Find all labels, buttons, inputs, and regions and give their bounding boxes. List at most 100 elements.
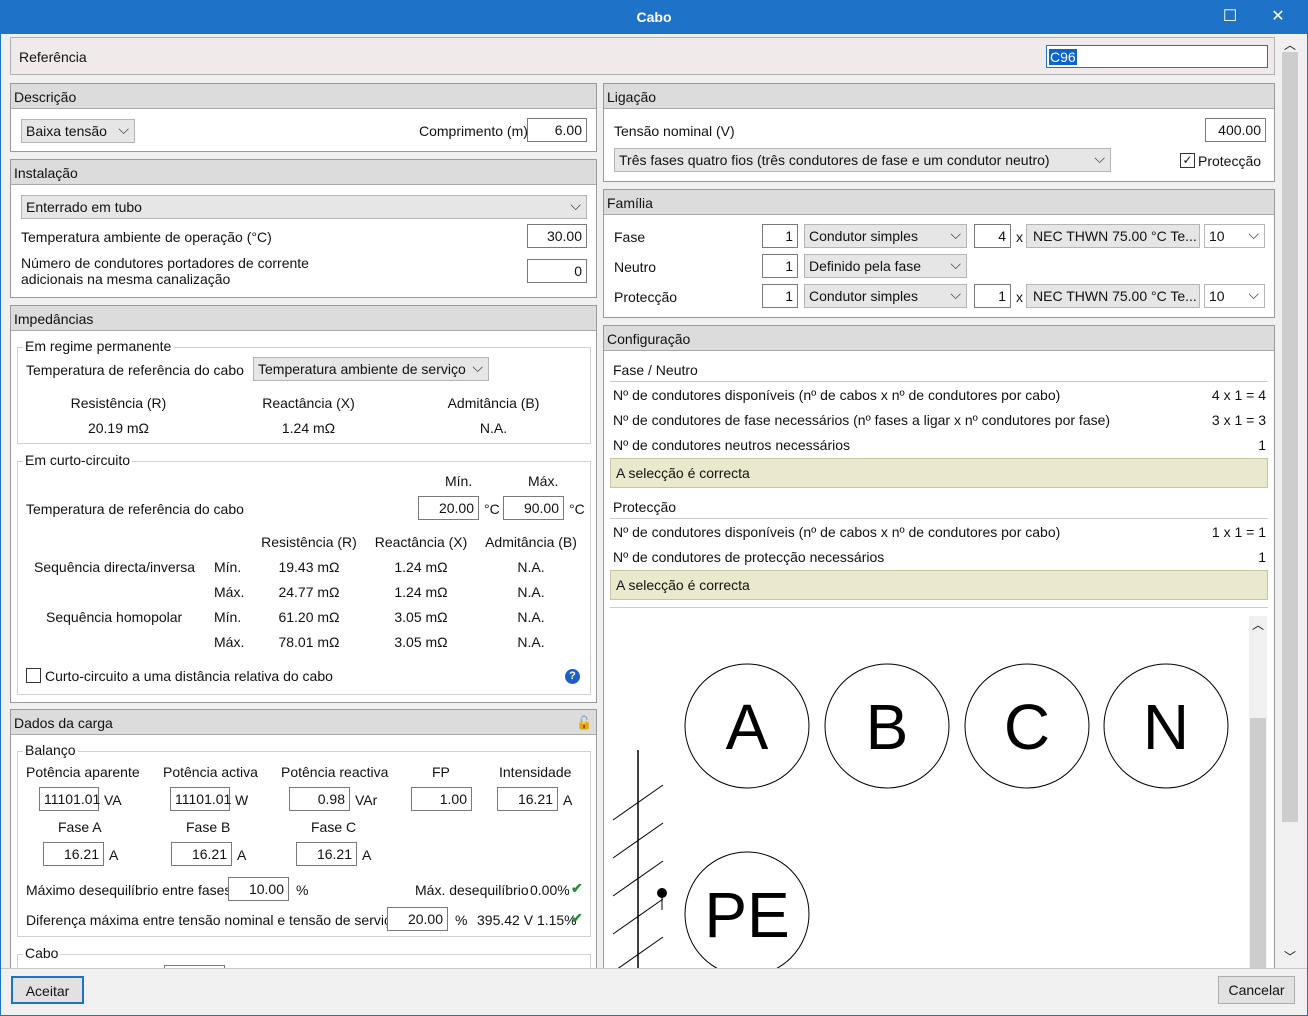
comprimento-label: Comprimento (m) xyxy=(419,123,528,139)
chevron-down-icon: ⌵ xyxy=(1094,150,1105,166)
dif-input[interactable]: 20.00 xyxy=(387,907,448,931)
row2-b: N.A. xyxy=(517,584,545,600)
chevron-down-icon: ⌵ xyxy=(950,256,961,272)
p-line2-value: 1 xyxy=(1258,549,1266,565)
neutro-tipo-select[interactable]: Definido pela fase ⌵ xyxy=(804,254,967,278)
descricao-panel: Descrição Baixa tensão ⌵ Comprimento (m) … xyxy=(10,83,597,152)
fase-tipo-select[interactable]: Condutor simples ⌵ xyxy=(804,224,967,248)
fase-a-unit: A xyxy=(109,847,119,863)
scroll-down-icon[interactable]: ﹀ xyxy=(1284,948,1296,965)
diagram-scroll-thumb[interactable] xyxy=(1250,718,1266,970)
diagram-scrollbar[interactable]: ︿ xyxy=(1249,616,1267,970)
regime-permanente-title: Em regime permanente xyxy=(23,338,174,354)
cc-reac-header: Reactância (X) xyxy=(374,534,468,550)
accept-button[interactable]: Aceitar xyxy=(11,976,84,1004)
prot-sec-select[interactable]: 10 ⌵ xyxy=(1204,284,1265,308)
help-icon[interactable]: ? xyxy=(565,669,580,684)
row1-r: 19.43 mΩ xyxy=(278,559,340,575)
pact-input[interactable]: 11101.01 xyxy=(170,787,231,811)
unlock-icon[interactable]: 🔓 xyxy=(576,715,592,731)
conductor-a-label: A xyxy=(726,691,769,763)
ligacao-panel: Ligação Tensão nominal (V) 400.00 Três f… xyxy=(603,83,1275,182)
cc-tmin-input[interactable]: 20.00 xyxy=(418,496,479,520)
fase-b-input[interactable]: 16.21 xyxy=(171,842,232,866)
fp-label: FP xyxy=(432,764,450,780)
scroll-up-icon[interactable]: ︿ xyxy=(1252,616,1264,633)
prot-cabo-button[interactable]: NEC THWN 75.00 °C Te... xyxy=(1026,284,1200,308)
sistema-select[interactable]: Três fases quatro fios (três condutores … xyxy=(614,148,1111,172)
selection-ok-message: A selecção é correcta xyxy=(610,570,1268,600)
tensao-input[interactable]: 400.00 xyxy=(1205,118,1266,142)
reference-label: Referência xyxy=(19,49,87,65)
fase-m-input[interactable]: 4 xyxy=(974,224,1011,248)
fn-line2-value: 3 x 1 = 3 xyxy=(1211,412,1266,428)
perm-res-value: 20.19 mΩ xyxy=(87,420,150,436)
fn-line1-label: Nº de condutores disponíveis (nº de cabo… xyxy=(613,387,1061,403)
cancel-button[interactable]: Cancelar xyxy=(1218,976,1295,1004)
row1-lim: Mín. xyxy=(214,559,242,575)
tipo-select[interactable]: Baixa tensão ⌵ xyxy=(21,119,135,143)
proteccao-checkbox[interactable]: ✓ xyxy=(1180,153,1195,168)
chevron-down-icon: ⌵ xyxy=(950,286,961,302)
check-icon: ✔ xyxy=(571,910,583,926)
temp-ambiente-input[interactable]: 30.00 xyxy=(527,224,587,248)
row3-r: 61.20 mΩ xyxy=(278,609,340,625)
chevron-down-icon: ⌵ xyxy=(118,121,129,137)
row2-lim: Máx. xyxy=(214,584,245,600)
row2-r: 24.77 mΩ xyxy=(278,584,340,600)
fase-n-input[interactable]: 1 xyxy=(762,224,798,248)
fase-c-input[interactable]: 16.21 xyxy=(296,842,357,866)
pap-label: Potência aparente xyxy=(26,764,140,780)
fase-b-unit: A xyxy=(237,847,247,863)
max-deseq-value: 0.00% xyxy=(530,882,570,898)
neutro-n-input[interactable]: 1 xyxy=(762,254,798,278)
fp-input[interactable]: 1.00 xyxy=(411,787,472,811)
conductor-pe-label: PE xyxy=(704,879,789,951)
prot-n-input[interactable]: 1 xyxy=(762,284,798,308)
fase-cabo-button[interactable]: NEC THWN 75.00 °C Te... xyxy=(1026,224,1200,248)
perm-temp-select[interactable]: Temperatura ambiente de serviço ⌵ xyxy=(253,357,489,381)
int-input[interactable]: 16.21 xyxy=(497,787,558,811)
conductor-n-label: N xyxy=(1143,691,1189,763)
prot-x-label: x xyxy=(1016,289,1023,305)
deseq-input[interactable]: 10.00 xyxy=(228,877,289,901)
cc-tmax-input[interactable]: 90.00 xyxy=(503,496,564,520)
scroll-thumb[interactable] xyxy=(1282,52,1298,822)
maximize-icon[interactable]: ☐ xyxy=(1218,6,1242,28)
close-icon[interactable]: ✕ xyxy=(1266,6,1290,28)
fn-line2-label: Nº de condutores de fase necessários (nº… xyxy=(613,412,1111,428)
cc-tmax-unit: °C xyxy=(569,501,585,517)
fase-label: Fase xyxy=(614,229,646,245)
fase-sec-select[interactable]: 10 ⌵ xyxy=(1204,224,1265,248)
prot-m-input[interactable]: 1 xyxy=(974,284,1011,308)
cc-distance-label: Curto-circuito a uma distância relativa … xyxy=(45,668,333,684)
prot-tipo-select[interactable]: Condutor simples ⌵ xyxy=(804,284,967,308)
familia-header: Família xyxy=(604,190,1274,215)
scroll-up-icon[interactable]: ︿ xyxy=(1284,36,1296,53)
fase-a-input[interactable]: 16.21 xyxy=(43,842,104,866)
preac-unit: VAr xyxy=(355,792,378,808)
cable-diagram: A B C N PE xyxy=(608,610,1248,970)
ncond-input[interactable]: 0 xyxy=(527,259,587,283)
reference-row: Referência C96 xyxy=(10,37,1275,75)
perm-temp-label: Temperatura de referência do cabo xyxy=(26,362,244,378)
balanco-title: Balanço xyxy=(23,742,78,758)
fn-line3-label: Nº de condutores neutros necessários xyxy=(613,437,851,453)
familia-panel: Família Fase 1 Condutor simples ⌵ 4 x NEC… xyxy=(603,189,1275,318)
chevron-down-icon: ⌵ xyxy=(1248,286,1259,302)
row4-b: N.A. xyxy=(517,634,545,650)
instalacao-select[interactable]: Enterrado em tubo ⌵ xyxy=(21,195,587,219)
fn-line3-value: 1 xyxy=(1258,437,1266,453)
divider xyxy=(610,518,1268,519)
proteccao-label: Protecção xyxy=(1198,153,1262,169)
min-header: Mín. xyxy=(445,473,473,489)
cc-res-header: Resistência (R) xyxy=(261,534,357,550)
reference-input[interactable]: C96 xyxy=(1046,45,1268,68)
pap-input[interactable]: 11101.01 xyxy=(39,787,100,811)
preac-input[interactable]: 0.98 xyxy=(289,787,350,811)
comprimento-input[interactable]: 6.00 xyxy=(527,118,587,142)
cc-distance-checkbox[interactable] xyxy=(26,668,41,683)
dialog-scrollbar[interactable]: ︿ ﹀ xyxy=(1280,34,1300,968)
cc-temp-label: Temperatura de referência do cabo xyxy=(26,501,244,517)
perm-adm-header: Admitância (B) xyxy=(447,395,540,411)
